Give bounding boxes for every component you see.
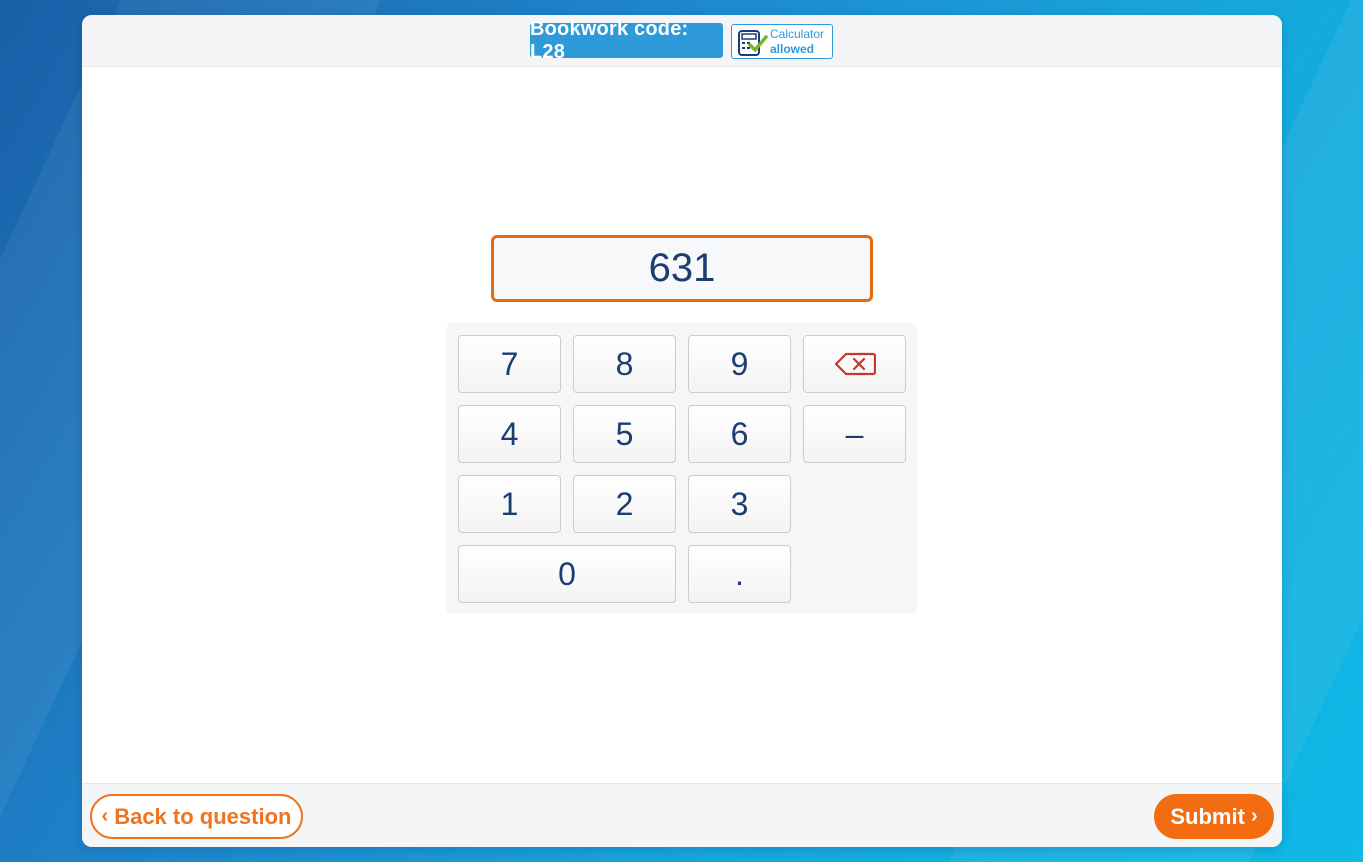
calculator-check-icon [738, 30, 768, 56]
key-7[interactable]: 7 [458, 335, 561, 393]
calculator-label: Calculator [770, 27, 825, 41]
bookwork-code-badge: Bookwork code: L28 [530, 18, 723, 63]
key-8[interactable]: 8 [573, 335, 676, 393]
key-minus[interactable]: – [803, 405, 906, 463]
chevron-right-icon: › [1250, 805, 1258, 827]
chevron-left-icon: ‹ [101, 805, 109, 827]
submit-button[interactable]: Submit › [1154, 794, 1274, 839]
submit-button-label: Submit [1170, 803, 1245, 829]
card-footer: ‹ Back to question Submit › [82, 783, 1282, 847]
answer-input[interactable]: 631 [491, 235, 873, 302]
key-3[interactable]: 3 [688, 475, 791, 533]
key-4[interactable]: 4 [458, 405, 561, 463]
backspace-icon [834, 352, 876, 376]
key-5[interactable]: 5 [573, 405, 676, 463]
key-decimal-point[interactable]: . [688, 545, 791, 603]
key-6[interactable]: 6 [688, 405, 791, 463]
key-1[interactable]: 1 [458, 475, 561, 533]
backspace-button[interactable] [803, 335, 906, 393]
number-keypad: 7 8 9 4 5 6 – 1 2 3 0 . [446, 323, 917, 614]
key-2[interactable]: 2 [573, 475, 676, 533]
calculator-allowed-badge: Calculator allowed [731, 24, 833, 59]
key-9[interactable]: 9 [688, 335, 791, 393]
card-header: Bookwork code: L28 Calculator allowed [82, 15, 1282, 67]
key-0[interactable]: 0 [458, 545, 676, 603]
back-to-question-button[interactable]: ‹ Back to question [90, 794, 303, 839]
question-card: Bookwork code: L28 Calculator allowed 63… [82, 15, 1282, 847]
calculator-status: allowed [770, 42, 815, 56]
back-button-label: Back to question [114, 803, 292, 829]
